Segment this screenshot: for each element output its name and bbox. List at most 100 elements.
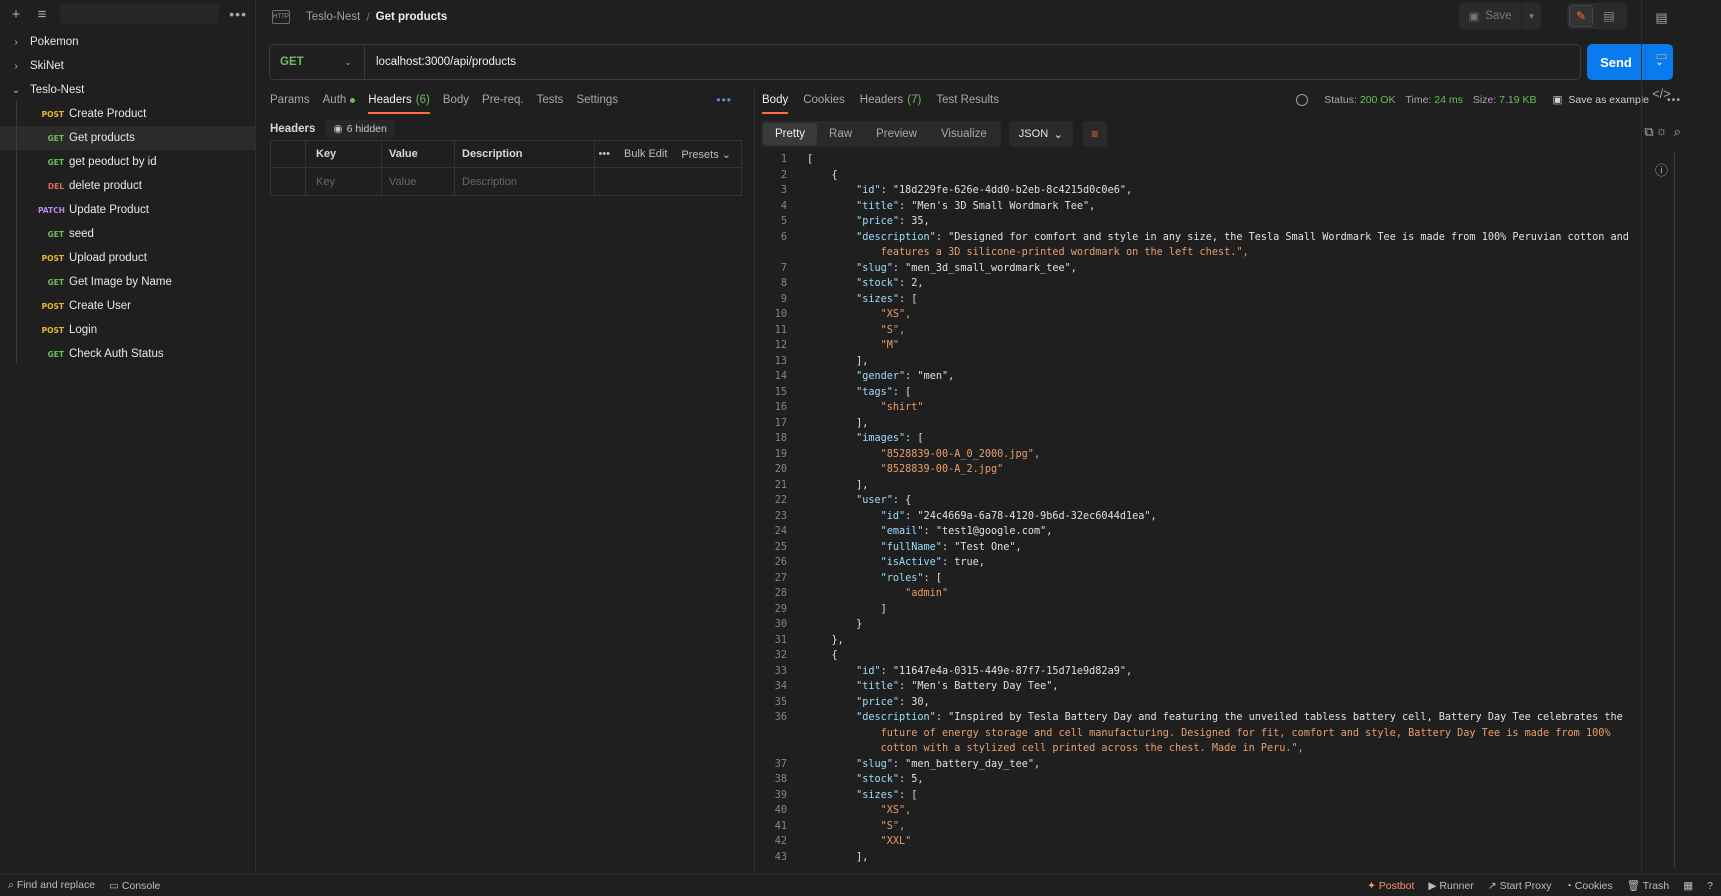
method-badge: GET [47,157,64,167]
tab-tests[interactable]: Tests [537,88,564,112]
send-button[interactable]: Send [1587,44,1645,80]
col-value: Value [382,141,455,167]
sidebar-request-item[interactable]: POST Create User [0,294,255,318]
request-label: Login [69,324,98,336]
sidebar-request-item[interactable]: GET get peoduct by id [0,150,255,174]
view-pretty[interactable]: Pretty [763,123,818,145]
tab-body[interactable]: Body [443,88,469,112]
url-input[interactable]: localhost:3000/api/products [365,56,516,68]
folder-skinet[interactable]: › SkiNet [0,54,255,78]
lightbulb-icon[interactable]: ☼ [1656,123,1668,138]
console-button[interactable]: ▭ Console [109,880,160,892]
code-line: 12 "M" [774,340,900,351]
method-select[interactable]: GET ⌄ [270,45,365,79]
wrap-lines-icon[interactable]: ≡ [1082,121,1107,147]
request-label: get peoduct by id [69,156,157,168]
presets-dropdown[interactable]: Presets ⌄ [681,148,731,161]
trash-button[interactable]: 🗑 Trash [1627,879,1670,892]
edit-pencil-icon[interactable]: ✎ [1569,5,1593,27]
bulk-edit-button[interactable]: Bulk Edit [624,148,667,160]
sidebar-request-item[interactable]: DEL delete product [0,174,255,198]
globe-icon[interactable] [1296,94,1309,106]
panel-divider[interactable] [754,88,755,874]
sidebar-request-item[interactable]: GET Get Image by Name [0,270,255,294]
save-icon: ▣ [1468,11,1480,23]
start-proxy-button[interactable]: ↗ Start Proxy [1488,880,1552,892]
breadcrumb-collection[interactable]: Teslo-Nest [306,11,360,23]
sidebar-request-item[interactable]: POST Create Product [0,102,255,126]
request-label: delete product [69,180,142,192]
more-tabs-icon[interactable]: ••• [716,93,732,107]
sidebar-search-input[interactable] [60,4,220,24]
request-label: seed [69,228,94,240]
tab-pre-request[interactable]: Pre-req. [482,88,524,112]
sidebar-request-item[interactable]: POST Login [0,318,255,342]
tab-response-cookies[interactable]: Cookies [803,88,845,112]
mode-toggle: ✎ ▤ [1567,3,1627,29]
save-as-example-button[interactable]: ▣ Save as example [1553,94,1649,106]
url-bar: GET ⌄ localhost:3000/api/products [269,44,1581,80]
code-line: 9 "sizes": [ [780,293,918,305]
layout-icon[interactable]: ▦ [1683,880,1693,892]
eye-icon: ◉ [333,123,343,135]
tab-test-results[interactable]: Test Results [936,88,999,112]
sidebar-request-item[interactable]: PATCH Update Product [0,198,255,222]
folder-pokemon[interactable]: › Pokemon [0,30,255,54]
code-line: 14 "gender": "men", [774,371,955,382]
method-badge: POST [41,301,64,311]
http-icon: HTTP [272,10,290,24]
view-raw[interactable]: Raw [817,123,864,145]
more-icon[interactable]: ••• [598,148,610,160]
code-line: 17 ], [774,417,869,429]
headers-count: (6) [415,94,430,106]
filter-icon[interactable]: ≡ [34,6,50,23]
code-icon[interactable]: </> [1652,86,1671,101]
key-input[interactable]: Key [306,168,382,195]
format-select[interactable]: JSON ⌄ [1008,121,1073,147]
tab-params[interactable]: Params [270,88,310,112]
comment-icon[interactable]: ▤ [1597,5,1621,27]
folder-teslo-nest[interactable]: ⌄ Teslo-Nest [0,78,255,102]
response-body-code[interactable]: 1[2 {3 "id": "18d229fe-626e-4dd0-b2eb-8c… [761,152,1666,870]
info-icon[interactable]: ⓘ [1655,160,1668,179]
documentation-icon[interactable]: ▤ [1655,10,1667,26]
save-group: ▣ Save ▾ [1459,3,1541,29]
postbot-button[interactable]: ✦ Postbot [1367,880,1414,892]
folder-label: Teslo-Nest [30,84,85,96]
request-label: Get products [69,132,135,144]
tab-response-body[interactable]: Body [762,88,789,114]
col-description: Description [455,141,595,167]
tab-auth[interactable]: Auth [323,88,356,112]
description-input[interactable]: Description [455,168,595,195]
tab-settings[interactable]: Settings [576,88,618,112]
sidebar-request-item[interactable]: POST Upload product [0,246,255,270]
sidebar-request-item[interactable]: GET Get products [0,126,255,150]
sidebar-request-item[interactable]: GET Check Auth Status [0,342,255,366]
sidebar-request-item[interactable]: GET seed [0,222,255,246]
time-info[interactable]: Time: 24 ms [1405,94,1462,106]
tab-response-headers[interactable]: Headers (7) [860,88,922,112]
comments-icon[interactable]: ▭ [1655,48,1667,64]
save-button[interactable]: ▣ Save [1459,3,1521,29]
value-input[interactable]: Value [382,168,455,195]
chevron-down-icon: ⌄ [1053,128,1063,141]
method-badge: POST [41,253,64,263]
hidden-headers-toggle[interactable]: ◉ 6 hidden [325,120,395,138]
page-title[interactable]: Get products [376,11,448,23]
view-visualize[interactable]: Visualize [929,123,999,145]
plus-icon[interactable]: + [8,6,24,23]
size-info[interactable]: Size: 7.19 KB [1473,94,1537,106]
request-label: Create Product [69,108,147,120]
cookies-button[interactable]: ◔ Cookies [1566,880,1613,892]
more-options-icon[interactable]: ••• [229,6,247,22]
runner-button[interactable]: ▶ Runner [1428,880,1473,892]
tab-headers[interactable]: Headers (6) [368,88,430,114]
view-preview[interactable]: Preview [864,123,929,145]
status-info[interactable]: Status: 200 OK [1324,94,1395,106]
help-icon[interactable]: ? [1707,880,1713,892]
chevron-right-icon: › [14,36,18,48]
save-dropdown-button[interactable]: ▾ [1521,3,1541,29]
table-row: Key Value Description [271,168,741,195]
find-replace-button[interactable]: ⌕ Find and replace [8,879,95,892]
code-line: 37 "slug": "men_battery_day_tee", [774,758,1041,770]
